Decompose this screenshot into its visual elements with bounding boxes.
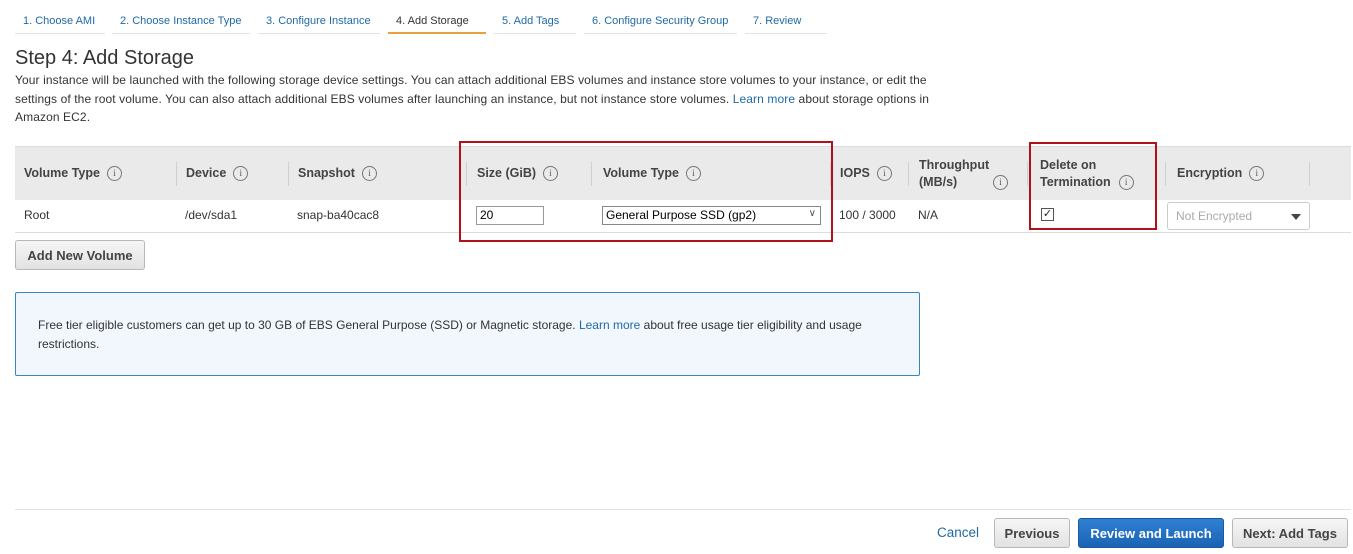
highlight-box-size-volume-type (459, 141, 833, 242)
caret-down-icon (1291, 214, 1301, 220)
tab-choose-ami[interactable]: 1. Choose AMI (15, 8, 105, 34)
cancel-link[interactable]: Cancel (937, 525, 979, 540)
next-add-tags-button[interactable]: Next: Add Tags (1232, 518, 1348, 548)
tab-configure-security-group[interactable]: 6. Configure Security Group (584, 8, 737, 34)
cell-device: /dev/sda1 (185, 208, 238, 222)
review-and-launch-button[interactable]: Review and Launch (1078, 518, 1224, 548)
info-icon[interactable]: i (233, 166, 249, 181)
cell-throughput: N/A (918, 208, 939, 222)
footer-divider (15, 509, 1351, 510)
free-tier-notice: Free tier eligible customers can get up … (15, 292, 920, 376)
page-description: Your instance will be launched with the … (15, 71, 945, 127)
learn-more-storage-link[interactable]: Learn more (733, 92, 795, 106)
tab-configure-instance[interactable]: 3. Configure Instance (258, 8, 380, 34)
info-icon[interactable]: i (1249, 166, 1265, 181)
page-title: Step 4: Add Storage (15, 47, 195, 69)
learn-more-free-tier-link[interactable]: Learn more (579, 318, 640, 332)
header-encryption: Encryption i (1177, 147, 1265, 200)
encryption-dropdown[interactable]: Not Encrypted (1167, 202, 1310, 230)
add-new-volume-button[interactable]: Add New Volume (15, 240, 145, 270)
tab-add-tags[interactable]: 5. Add Tags (494, 8, 576, 34)
info-icon[interactable]: i (993, 175, 1009, 190)
tab-add-storage[interactable]: 4. Add Storage (388, 8, 486, 34)
tab-choose-instance-type[interactable]: 2. Choose Instance Type (112, 8, 250, 34)
info-icon[interactable]: i (106, 166, 122, 181)
header-throughput: Throughput (MB/s) i (919, 147, 1009, 200)
tab-review[interactable]: 7. Review (745, 8, 827, 34)
header-device: Device i (186, 147, 249, 200)
cell-snapshot: snap-ba40cac8 (297, 208, 380, 222)
encryption-selected: Not Encrypted (1176, 209, 1253, 223)
previous-button[interactable]: Previous (994, 518, 1070, 548)
header-snapshot: Snapshot i (298, 147, 377, 200)
highlight-box-delete-on-termination (1029, 142, 1157, 230)
header-iops: IOPS i (840, 147, 892, 200)
header-volume-type: Volume Type i (24, 147, 122, 200)
cell-volume-type: Root (24, 208, 50, 222)
info-icon[interactable]: i (361, 166, 377, 181)
info-icon[interactable]: i (876, 166, 892, 181)
cell-iops: 100 / 3000 (839, 208, 896, 222)
notice-text: Free tier eligible customers can get up … (38, 318, 576, 332)
